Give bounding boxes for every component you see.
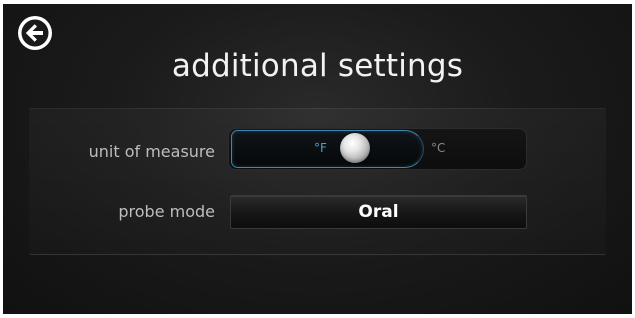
unit-of-measure-label: unit of measure	[88, 142, 215, 161]
page-title: additional settings	[171, 48, 464, 84]
unit-celsius-option[interactable]: °C	[431, 141, 445, 155]
probe-mode-button[interactable]: Oral	[230, 195, 527, 229]
unit-of-measure-toggle[interactable]: °F °C	[228, 128, 527, 170]
toggle-knob[interactable]	[340, 133, 370, 163]
toggle-track	[231, 130, 424, 168]
probe-mode-label: probe mode	[118, 202, 215, 221]
unit-fahrenheit-option[interactable]: °F	[314, 141, 327, 155]
arrow-left-circle-icon	[18, 16, 52, 50]
back-button[interactable]	[16, 14, 54, 52]
settings-screen: additional settings unit of measure °F °…	[3, 4, 632, 314]
